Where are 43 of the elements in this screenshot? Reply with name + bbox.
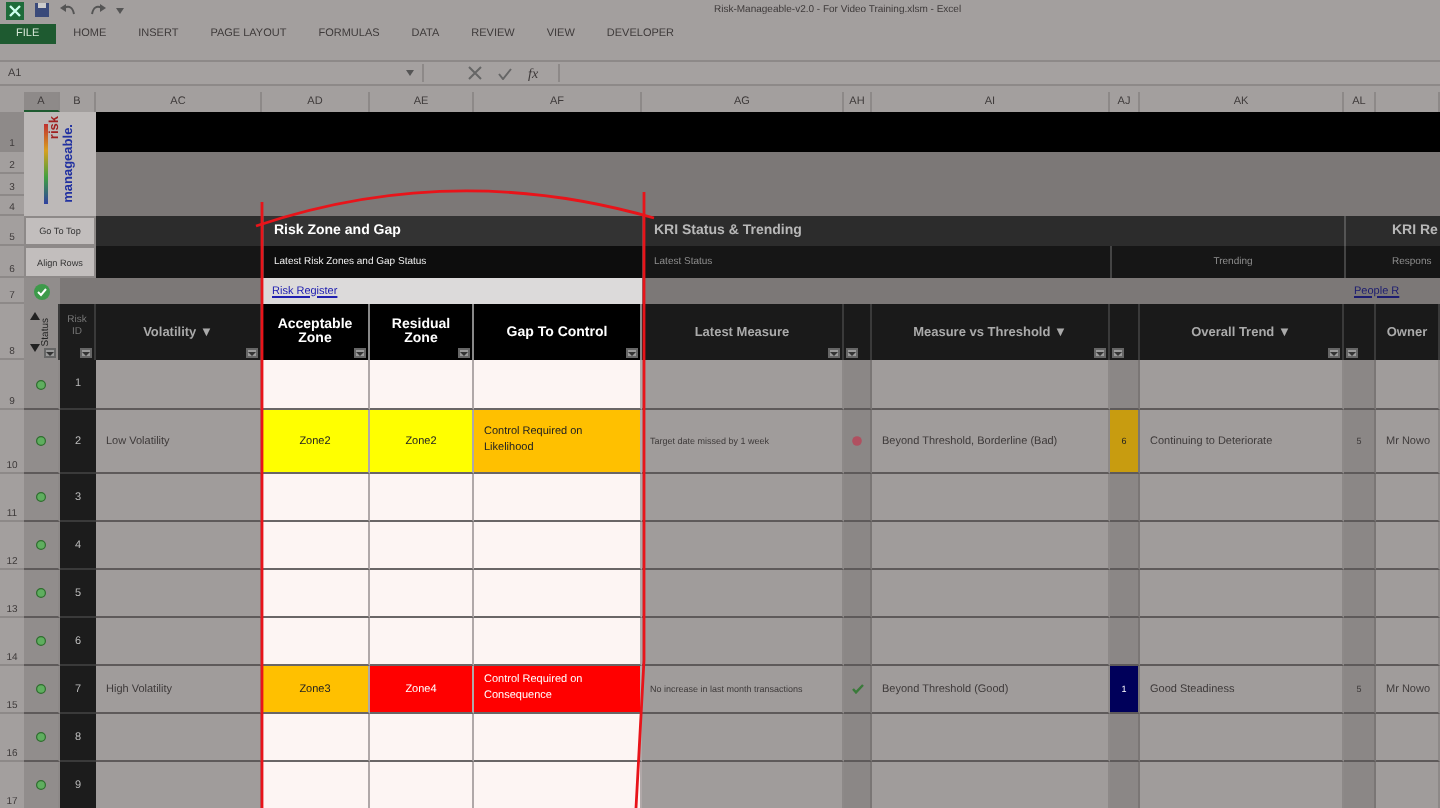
filter-button[interactable] bbox=[246, 348, 258, 358]
caret-icon bbox=[830, 351, 838, 355]
caret-icon bbox=[46, 351, 54, 355]
status-dot-icon bbox=[36, 780, 46, 790]
undo-icon[interactable] bbox=[60, 3, 78, 17]
caret-icon[interactable] bbox=[116, 7, 124, 13]
status-dot-icon bbox=[36, 684, 46, 694]
caret-icon bbox=[356, 351, 364, 355]
caret-icon bbox=[248, 351, 256, 355]
caret-icon bbox=[82, 351, 90, 355]
filter-button[interactable] bbox=[1094, 348, 1106, 358]
filter-button[interactable] bbox=[1328, 348, 1340, 358]
status-dot-icon bbox=[36, 588, 46, 598]
filter-button[interactable] bbox=[1346, 348, 1358, 358]
indicator-cell bbox=[844, 522, 872, 570]
check-icon[interactable] bbox=[498, 67, 512, 79]
caret-icon bbox=[406, 70, 414, 76]
save-icon[interactable] bbox=[34, 2, 50, 18]
caret-icon bbox=[1096, 351, 1104, 355]
sort-icon[interactable] bbox=[30, 312, 40, 352]
filter-button[interactable] bbox=[626, 348, 638, 358]
excel-logo-icon[interactable] bbox=[6, 1, 24, 19]
filter-button[interactable] bbox=[80, 348, 92, 358]
filter-button[interactable] bbox=[828, 348, 840, 358]
caret-icon bbox=[628, 351, 636, 355]
indicator-cell bbox=[844, 570, 872, 618]
filter-button[interactable] bbox=[354, 348, 366, 358]
status-dot-icon bbox=[36, 636, 46, 646]
filter-button[interactable] bbox=[44, 348, 56, 358]
filter-button[interactable] bbox=[458, 348, 470, 358]
filter-button[interactable] bbox=[1112, 348, 1124, 358]
filter-button[interactable] bbox=[846, 348, 858, 358]
redo-icon[interactable] bbox=[88, 3, 106, 17]
status-dot-icon bbox=[36, 492, 46, 502]
status-dot-icon bbox=[36, 436, 46, 446]
check-circle-icon[interactable] bbox=[34, 283, 50, 299]
caret-icon bbox=[460, 351, 468, 355]
status-dot-icon bbox=[36, 379, 46, 389]
status-dot-icon bbox=[36, 732, 46, 742]
indicator-cell bbox=[844, 762, 872, 808]
color-stripe bbox=[43, 124, 47, 204]
status-dot-icon bbox=[36, 540, 46, 550]
caret-icon bbox=[1330, 351, 1338, 355]
